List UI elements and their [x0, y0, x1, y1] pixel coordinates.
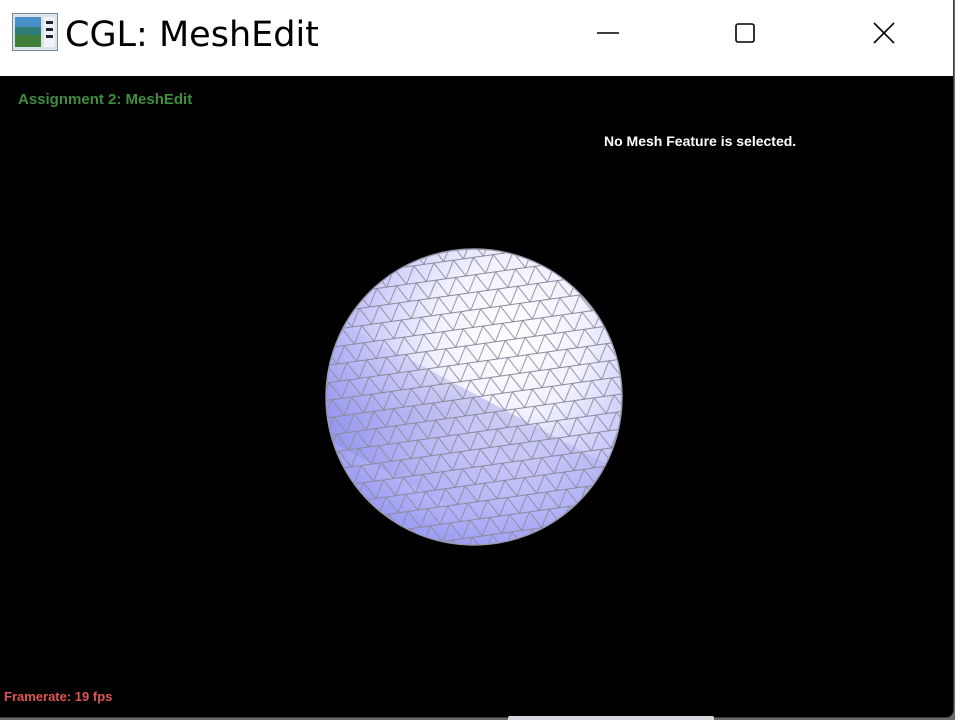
minimize-icon [597, 32, 619, 34]
window-title: CGL: MeshEdit [65, 15, 319, 55]
sphere-mesh[interactable] [320, 244, 628, 550]
title-bar[interactable]: CGL: MeshEdit [0, 0, 953, 76]
render-viewport[interactable]: Assignment 2: MeshEdit No Mesh Feature i… [0, 76, 953, 717]
framerate-readout: Framerate: 19 fps [4, 689, 113, 704]
close-icon [873, 22, 895, 44]
close-button[interactable] [849, 0, 919, 66]
minimize-button[interactable] [573, 0, 643, 66]
selection-status: No Mesh Feature is selected. [604, 133, 797, 149]
maximize-icon [735, 23, 755, 43]
app-window: CGL: MeshEdit Assignment 2: MeshEdit No … [0, 0, 954, 718]
cgl-app-icon [12, 13, 58, 51]
taskbar-preview-edge [508, 716, 714, 720]
assignment-title: Assignment 2: MeshEdit [18, 91, 193, 108]
maximize-button[interactable] [710, 0, 780, 66]
